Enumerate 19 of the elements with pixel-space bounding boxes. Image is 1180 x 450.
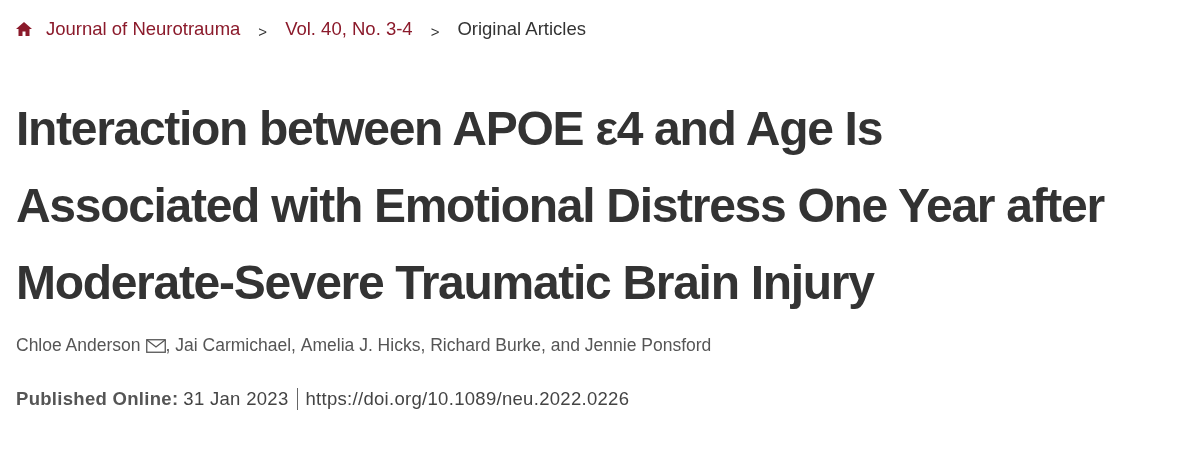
published-date: 31 Jan 2023 — [183, 388, 289, 410]
doi-link[interactable]: https://doi.org/10.1089/neu.2022.0226 — [305, 388, 630, 410]
author-link[interactable]: Richard Burke — [430, 335, 542, 356]
author-link[interactable]: Jennie Ponsford — [584, 335, 712, 356]
author-link[interactable]: Chloe Anderson — [16, 335, 141, 356]
breadcrumb-separator: > — [257, 21, 269, 40]
breadcrumb-link[interactable]: Vol. 40, No. 3-4 — [285, 18, 413, 40]
author-separator: , and — [541, 335, 580, 356]
email-icon[interactable] — [145, 338, 166, 353]
article-title: Interaction between APOE ε4 and Age Is Associated with Emotional Distress One Year after Moderate-Severe Traumatic Brain Injury — [16, 101, 1106, 311]
author-link[interactable]: Amelia J. Hicks — [300, 335, 421, 356]
author-link[interactable]: Jai Carmichael — [175, 335, 292, 356]
author-separator: , — [291, 335, 296, 356]
published-label: Published Online: — [16, 388, 179, 410]
home-icon — [16, 22, 32, 36]
breadcrumb-separator: > — [429, 21, 441, 40]
breadcrumb-link[interactable]: Original Articles — [457, 18, 594, 40]
author-separator: , — [165, 335, 171, 356]
author-separator: , — [420, 335, 426, 356]
